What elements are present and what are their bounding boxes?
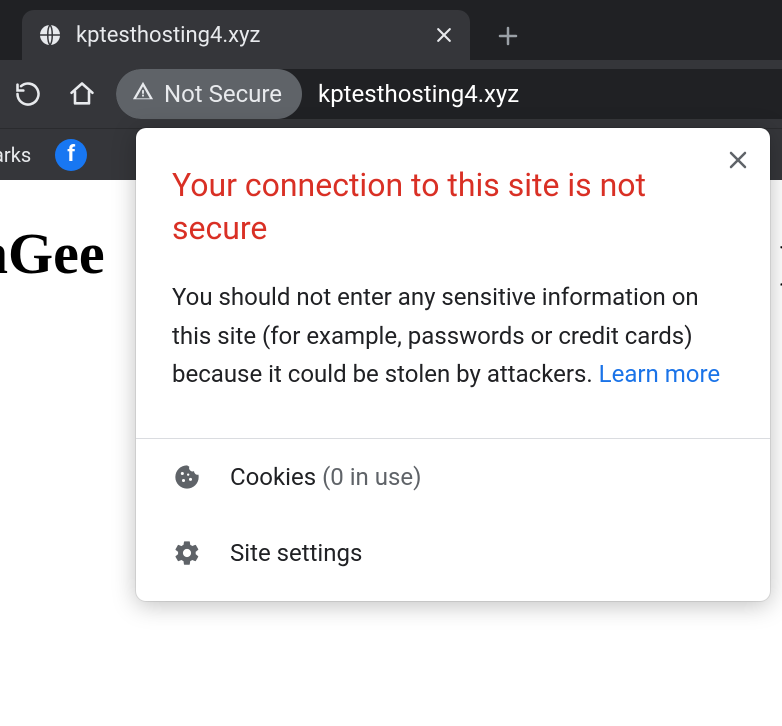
cookie-icon — [172, 463, 202, 491]
tab-strip: kptesthosting4.xyz — [0, 0, 782, 60]
reload-button[interactable] — [8, 74, 48, 114]
close-tab-icon[interactable] — [434, 25, 454, 45]
learn-more-link[interactable]: Learn more — [599, 360, 720, 388]
home-button[interactable] — [62, 74, 102, 114]
page-heading-fragment-left: enGee — [0, 220, 105, 287]
gear-icon — [172, 539, 202, 567]
facebook-icon: f — [55, 139, 87, 171]
site-settings-row[interactable]: Site settings — [136, 515, 770, 601]
popup-description: You should not enter any sensitive infor… — [172, 278, 734, 393]
url-text: kptesthosting4.xyz — [302, 80, 519, 108]
tab-title: kptesthosting4.xyz — [76, 23, 420, 48]
bookmark-label: narks — [0, 143, 31, 167]
toolbar: Not Secure kptesthosting4.xyz — [0, 60, 782, 128]
new-tab-button[interactable] — [486, 14, 530, 58]
security-indicator[interactable]: Not Secure — [116, 69, 302, 119]
browser-tab[interactable]: kptesthosting4.xyz — [22, 10, 470, 60]
warning-icon — [132, 80, 154, 108]
cookies-label: Cookies — [230, 463, 316, 491]
site-info-popup: Your connection to this site is not secu… — [136, 128, 770, 601]
address-bar[interactable]: Not Secure kptesthosting4.xyz — [116, 69, 782, 119]
globe-icon — [38, 23, 62, 47]
cookies-row[interactable]: Cookies (0 in use) — [136, 439, 770, 515]
cookies-count: (0 in use) — [322, 463, 421, 491]
popup-close-button[interactable] — [720, 142, 756, 178]
site-settings-label: Site settings — [230, 539, 362, 567]
bookmark-item[interactable]: narks — [0, 143, 31, 167]
bookmark-facebook[interactable]: f — [55, 139, 87, 171]
popup-title: Your connection to this site is not secu… — [172, 164, 734, 250]
security-label: Not Secure — [164, 80, 282, 108]
